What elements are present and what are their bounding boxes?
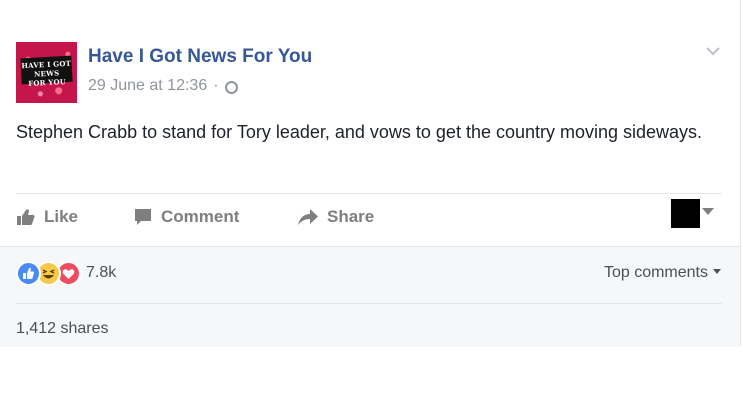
share-label: Share <box>327 207 375 226</box>
reactions-summary[interactable]: 7.8k <box>16 260 116 286</box>
reaction-count[interactable]: 7.8k <box>86 264 116 282</box>
page-name-link[interactable]: Have I Got News For You <box>88 46 312 68</box>
post-meta: 29 June at 12:36 · <box>88 77 238 95</box>
post-text: Stephen Crabb to stand for Tory leader, … <box>16 122 703 142</box>
caret-down-icon <box>713 269 721 274</box>
footer-divider <box>16 303 722 304</box>
shares-count[interactable]: 1,412 shares <box>16 320 109 338</box>
share-button[interactable]: Share <box>297 198 374 236</box>
top-comments-dropdown[interactable]: Top comments <box>604 264 721 282</box>
top-comments-label: Top comments <box>603 264 708 281</box>
like-label: Like <box>44 207 79 226</box>
globe-icon[interactable] <box>224 80 238 94</box>
avatar-logo: HAVE I GOT NEWS FOR YOU <box>20 55 73 88</box>
like-reaction-icon <box>16 260 41 286</box>
page-avatar[interactable]: HAVE I GOT NEWS FOR YOU <box>16 42 77 103</box>
divider <box>16 193 722 194</box>
share-arrow-icon <box>298 209 318 225</box>
post-timestamp[interactable]: 29 June at 12:36 <box>88 77 207 95</box>
like-button[interactable]: Like <box>16 198 78 236</box>
comment-label: Comment <box>161 207 240 226</box>
meta-separator: · <box>213 77 219 94</box>
comment-icon <box>135 209 151 225</box>
thumbs-up-icon <box>17 209 35 225</box>
redacted-avatar-box[interactable] <box>671 199 700 228</box>
chevron-down-icon[interactable] <box>704 44 722 58</box>
comment-button[interactable]: Comment <box>133 198 239 236</box>
caret-down-icon[interactable] <box>702 208 714 215</box>
action-bar: Like Comment Share <box>16 198 722 236</box>
